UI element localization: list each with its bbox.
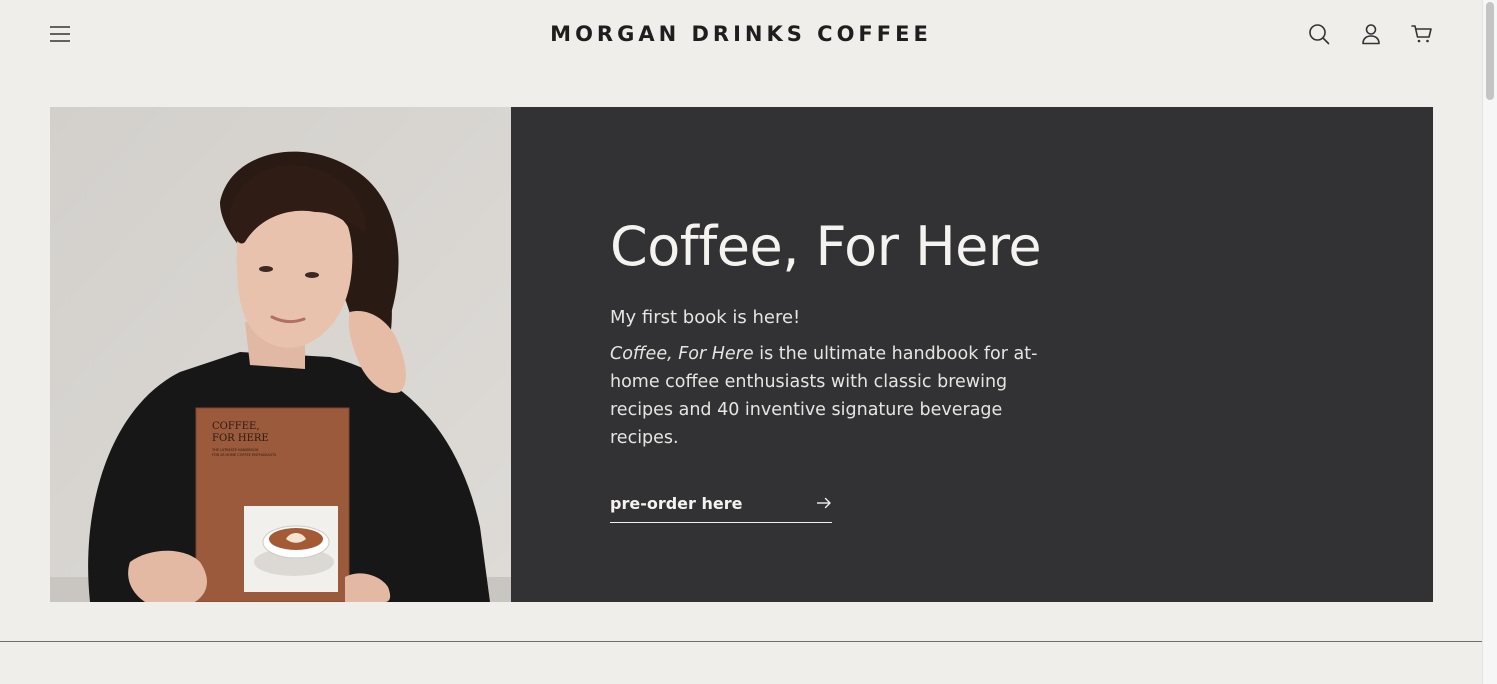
page-scrollbar[interactable] <box>1482 0 1497 684</box>
author-with-book-image: COFFEE, FOR HERE THE ULTIMATE HANDBOOK F… <box>50 107 511 602</box>
scrollbar-thumb[interactable] <box>1486 2 1494 100</box>
search-button[interactable] <box>1303 18 1335 50</box>
pre-order-link[interactable]: pre-order here <box>610 490 832 523</box>
book-tagline-line1: THE ULTIMATE HANDBOOK <box>211 448 259 452</box>
pre-order-label: pre-order here <box>610 493 743 513</box>
cart-button[interactable] <box>1406 18 1438 50</box>
hero-banner: COFFEE, FOR HERE THE ULTIMATE HANDBOOK F… <box>50 107 1433 602</box>
hero-content: Coffee, For Here My first book is here! … <box>610 207 1070 523</box>
hero-subhead: My first book is here! <box>610 307 801 328</box>
book-title-italic: Coffee, For Here <box>610 344 754 364</box>
user-icon <box>1362 24 1380 45</box>
hero-description: Coffee, For Here is the ultimate handboo… <box>610 340 1060 452</box>
site-logo-text: MORGAN DRINKS COFFEE <box>550 22 932 46</box>
site-header: MORGAN DRINKS COFFEE <box>0 0 1482 68</box>
hero-headline: Coffee, For Here <box>610 215 1042 278</box>
book-tagline-line2: FOR AT-HOME COFFEE ENTHUSIASTS <box>212 453 277 457</box>
page: MORGAN DRINKS COFFEE COFFEE, FOR HERE TH… <box>0 0 1482 684</box>
book-title-line2: FOR HERE <box>212 433 269 444</box>
site-logo[interactable]: MORGAN DRINKS COFFEE <box>0 18 1482 50</box>
hero-photo: COFFEE, FOR HERE THE ULTIMATE HANDBOOK F… <box>50 107 511 602</box>
section-divider <box>0 641 1482 642</box>
cart-icon <box>1411 25 1432 43</box>
search-icon <box>1309 24 1330 45</box>
arrow-right-icon <box>817 497 831 509</box>
account-button[interactable] <box>1355 18 1387 50</box>
book-title-line1: COFFEE, <box>212 421 260 432</box>
